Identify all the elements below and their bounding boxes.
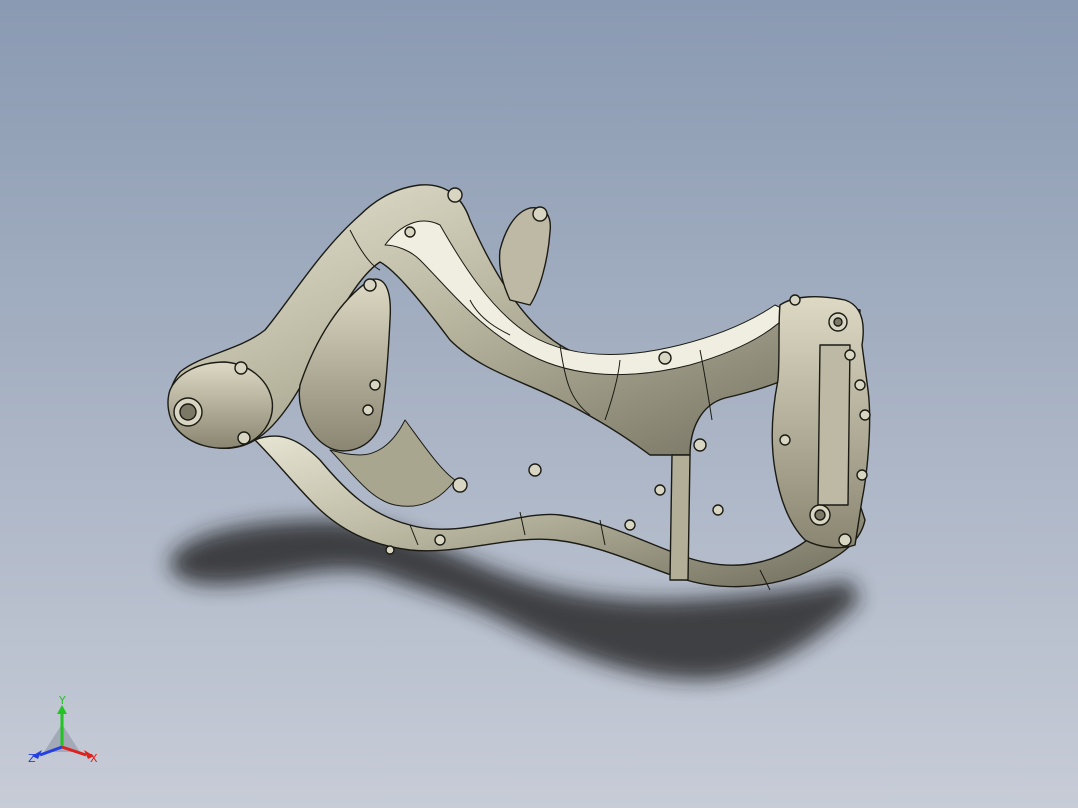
frame-model-view[interactable]	[0, 0, 1078, 808]
front-strut	[817, 344, 851, 506]
graphics-viewport[interactable]: Y X Z	[0, 0, 1078, 808]
orientation-triad: Y X Z	[28, 694, 98, 765]
triad-x-label: X	[90, 752, 98, 765]
triad-y-label: Y	[58, 694, 66, 707]
inner-post	[669, 454, 691, 581]
rear-tower	[498, 207, 552, 306]
triad-z-label: Z	[28, 752, 36, 765]
model-shadow	[169, 520, 861, 680]
